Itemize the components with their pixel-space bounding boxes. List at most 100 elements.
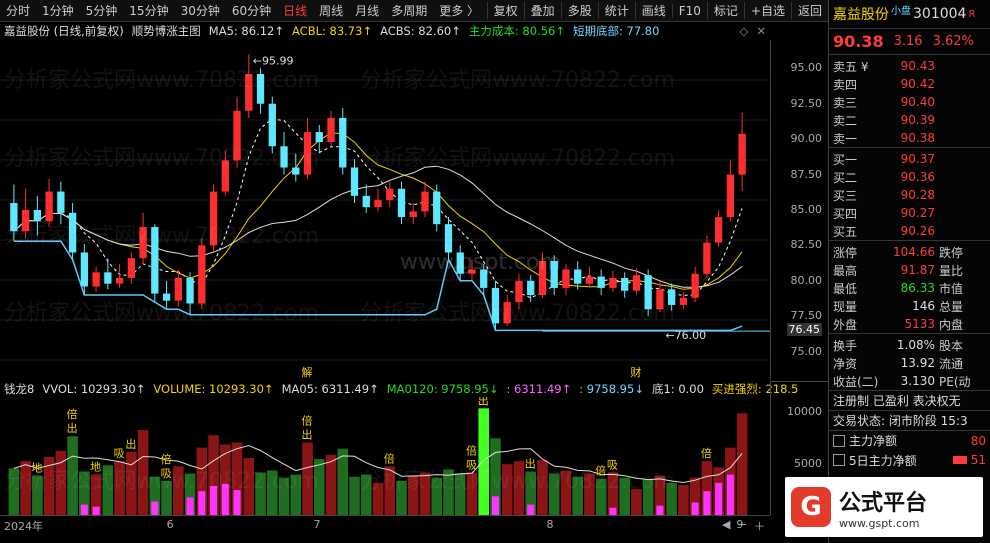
candle-body <box>374 200 382 208</box>
period-tab[interactable]: 周线 <box>313 2 349 19</box>
ask-price[interactable]: 90.43 <box>877 59 939 73</box>
candle-body <box>104 272 112 284</box>
price-tick: 95.00 <box>790 61 823 75</box>
candle-body <box>256 74 265 104</box>
period-tab[interactable]: 更多 〉 <box>433 2 485 19</box>
bid-row: 买五 90.26 <box>829 222 990 240</box>
stat-value: 13.92 <box>900 356 935 370</box>
chart-nav-button[interactable]: ◀ <box>722 518 730 531</box>
period-tab[interactable]: 1分钟 <box>36 2 80 19</box>
ask-price[interactable]: 90.39 <box>877 113 939 127</box>
date-axis[interactable]: 2024年 6 7 8 9 ◀ − ＋ <box>0 515 770 537</box>
date-label: 2024年 <box>4 520 43 533</box>
period-tab[interactable]: 月线 <box>349 2 385 19</box>
volume-signal-label: 吸 <box>607 459 618 472</box>
stats-block-1: 涨停 104.66 跌停 最高 91.87 量比 最低 86.33 市值 现量 146 总量 外盘 513… <box>829 240 990 333</box>
chart-nav-button[interactable]: − <box>738 518 747 531</box>
toolbar-tool-button[interactable]: 复权 <box>486 2 524 19</box>
stat-label-2: 市值 <box>939 281 964 296</box>
checkbox-icon[interactable] <box>833 454 845 466</box>
bid-price[interactable]: 90.36 <box>877 170 939 184</box>
checkbox-icon[interactable] <box>833 434 845 447</box>
period-tab[interactable]: 5分钟 <box>80 2 124 19</box>
stat-value: 3.130 <box>900 374 935 388</box>
period-tab[interactable]: 60分钟 <box>226 2 277 19</box>
close-icon[interactable]: ✕ <box>756 24 770 38</box>
candle-body <box>609 278 617 288</box>
candle-body <box>68 212 77 253</box>
stat-value: 146 <box>912 299 935 313</box>
volume-formula-name[interactable]: 钱龙8 <box>4 381 34 397</box>
bid-book: 买一 90.37 买二 90.36 买三 90.28 买四 90.27 买五 90.26 <box>829 147 990 240</box>
ask-price[interactable]: 90.42 <box>877 77 939 91</box>
diamond-icon[interactable]: ◇ <box>740 24 749 38</box>
stat-label: 涨停 <box>833 245 858 260</box>
ask-price[interactable]: 90.40 <box>877 95 939 109</box>
volume-bar <box>407 475 419 515</box>
quote-panel: 嘉益股份 小盘 301004 R 90.38 3.16 3.62% 卖五 ¥ 90… <box>828 0 990 543</box>
ask-row: 卖四 90.42 <box>829 75 990 93</box>
volume-chart[interactable]: 地出倍地吸出吸倍 倍出倍吸倍出出倍 吸倍 <box>0 397 770 515</box>
main-net-label: 主力净额 <box>849 434 898 448</box>
candle-body <box>45 191 53 222</box>
period-tab[interactable]: 多周期 <box>385 2 433 19</box>
volume-bar <box>302 442 313 515</box>
stock-name: 嘉益股份 <box>833 7 889 23</box>
volume-bar <box>20 461 31 515</box>
net-bar-icon <box>952 456 967 464</box>
stat-value: 86.33 <box>900 281 935 295</box>
stat-label: 现量 <box>833 299 858 314</box>
ask-price[interactable]: 90.38 <box>877 131 939 145</box>
bid-price[interactable]: 90.28 <box>877 188 939 202</box>
toolbar-tool-button[interactable]: 统计 <box>597 2 635 19</box>
toolbar-tool-button[interactable]: 标记 <box>706 2 744 19</box>
volume-tick: 10000 <box>787 405 822 419</box>
volume-signal-label: 地 <box>90 461 101 474</box>
candle-body <box>174 278 182 301</box>
volume-signal-label: 吸 <box>114 447 125 460</box>
volume-signal-label: 倍 <box>384 451 395 465</box>
volume-bar <box>560 470 572 515</box>
candle-body <box>585 276 594 284</box>
candle-body <box>198 245 206 304</box>
period-tab[interactable]: 分时 <box>0 2 36 19</box>
chart-nav-button[interactable]: ＋ <box>754 518 765 534</box>
volume-bar <box>102 465 114 515</box>
stat-label: 最低 <box>833 281 858 296</box>
candlestick-chart[interactable]: ←95.99←76.00解财 <box>0 40 770 380</box>
volume-bar <box>137 430 149 515</box>
toolbar-tool-button[interactable]: F10 <box>671 3 707 18</box>
toolbar-tool-button[interactable]: 叠加 <box>523 2 561 19</box>
bid-price[interactable]: 90.27 <box>877 206 939 220</box>
bid-row: 买二 90.36 <box>829 168 990 186</box>
ask-book: 卖五 ¥ 90.43 卖四 90.42 卖三 90.40 卖二 90.39 卖一 90.38 <box>829 54 990 147</box>
volume-bar <box>8 468 20 515</box>
bid-label: 买四 <box>833 206 858 221</box>
toolbar-tool-button[interactable]: 返回 <box>790 2 828 19</box>
candle-body <box>691 273 699 298</box>
stat-row: 最低 86.33 市值 <box>829 279 990 297</box>
period-tab[interactable]: 30分钟 <box>175 2 226 19</box>
period-tab[interactable]: 15分钟 <box>123 2 174 19</box>
stock-code: 301004 <box>913 6 967 22</box>
period-toolbar: 分时 1分钟 5分钟 15分钟 30分钟 60分钟 日线 周线 月线 多周期 更多 〉复权 叠加 多股统… <box>0 0 828 22</box>
candle-body <box>339 117 347 168</box>
toolbar-tool-button[interactable]: 画线 <box>634 2 672 19</box>
bid-label: 买二 <box>833 170 858 185</box>
price-change-pct: 3.62% <box>932 34 974 49</box>
toolbar-tool-button[interactable]: +自选 <box>743 2 791 19</box>
period-tab[interactable]: 日线 <box>277 2 313 19</box>
stat-row: 外盘 5133 内盘 <box>829 315 990 333</box>
candle-body <box>245 74 253 111</box>
volume-bar <box>372 482 384 515</box>
bid-label: 买一 <box>833 152 858 167</box>
formula-name[interactable]: 顺势博涨主图 <box>132 23 201 39</box>
volume-bar <box>313 459 325 515</box>
candle-body <box>433 191 441 225</box>
bid-price[interactable]: 90.26 <box>877 224 939 238</box>
bid-price[interactable]: 90.37 <box>877 152 939 166</box>
bid-row: 买四 90.27 <box>829 204 990 222</box>
ask-label: 卖三 <box>833 95 858 110</box>
volume-bar <box>126 451 137 515</box>
toolbar-tool-button[interactable]: 多股 <box>560 2 598 19</box>
